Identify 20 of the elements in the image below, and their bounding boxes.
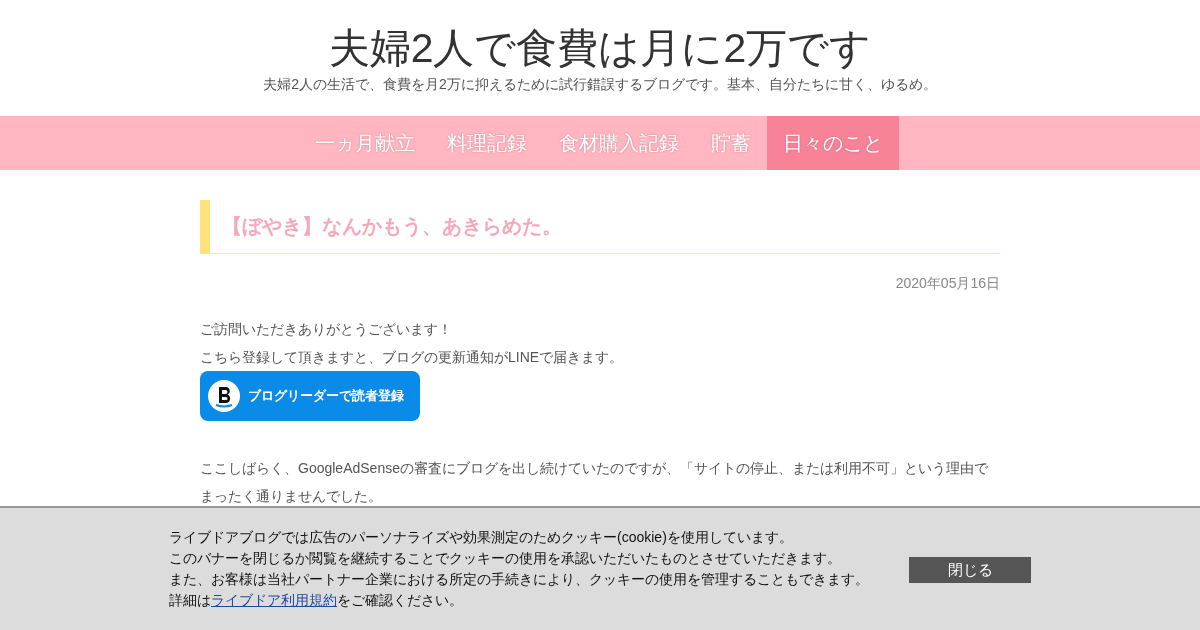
subscribe-button[interactable]: ブログリーダーで読者登録 (200, 371, 420, 421)
cookie-notice-text: また、お客様は当社パートナー企業における所定の手続きにより、クッキーの使用を管理することもできます。 (169, 570, 869, 589)
nav-tab[interactable]: 一ヵ月献立 (298, 116, 431, 170)
blog-reader-logo-icon (208, 380, 240, 412)
cookie-notice-text: このバナーを閉じるか閲覧を継続することでクッキーの使用を承認いただいたものとさせていただきます。 (169, 549, 842, 568)
nav-tab[interactable]: 食材購入記録 (542, 116, 695, 170)
blog-tagline: 夫婦2人の生活で、食費を月2万に抑えるために試行錯誤するブログです。基本、自分たちに甘く、ゆるめ。 (263, 75, 937, 94)
article-paragraph: ここしばらく、GoogleAdSenseの審査にブログを出し続けていたのですが、「サイトの停止、または利用不可」という理由でまったく通りませんでした。 (200, 459, 989, 506)
blog-title[interactable]: 夫婦2人で食費は月に2万です (328, 22, 872, 74)
cookie-notice-text: 詳細はライブドア利用規約をご確認ください。 (169, 591, 464, 610)
nav-tab[interactable]: 料理記録 (430, 116, 543, 170)
nav-tab[interactable]: 日々のこと (766, 116, 899, 170)
article-date: 2020年05月16日 (894, 274, 1000, 293)
terms-link[interactable]: ライブドア利用規約 (211, 592, 337, 608)
cookie-notice-text: ライブドアブログでは広告のパーソナライズや効果測定のためクッキー(cookie)を使用しています。 (169, 528, 794, 547)
article-text: ご訪問いただきありがとうございます！ (200, 320, 453, 339)
article-text: こちら登録して頂きますと、ブログの更新通知がLINEで届きます。 (200, 348, 625, 367)
article-title[interactable]: 【ぼやき】なんかもう、あきらめた。 (200, 200, 1000, 254)
nav-tab[interactable]: 貯蓄 (694, 116, 767, 170)
close-button[interactable]: 閉じる (909, 557, 1031, 583)
